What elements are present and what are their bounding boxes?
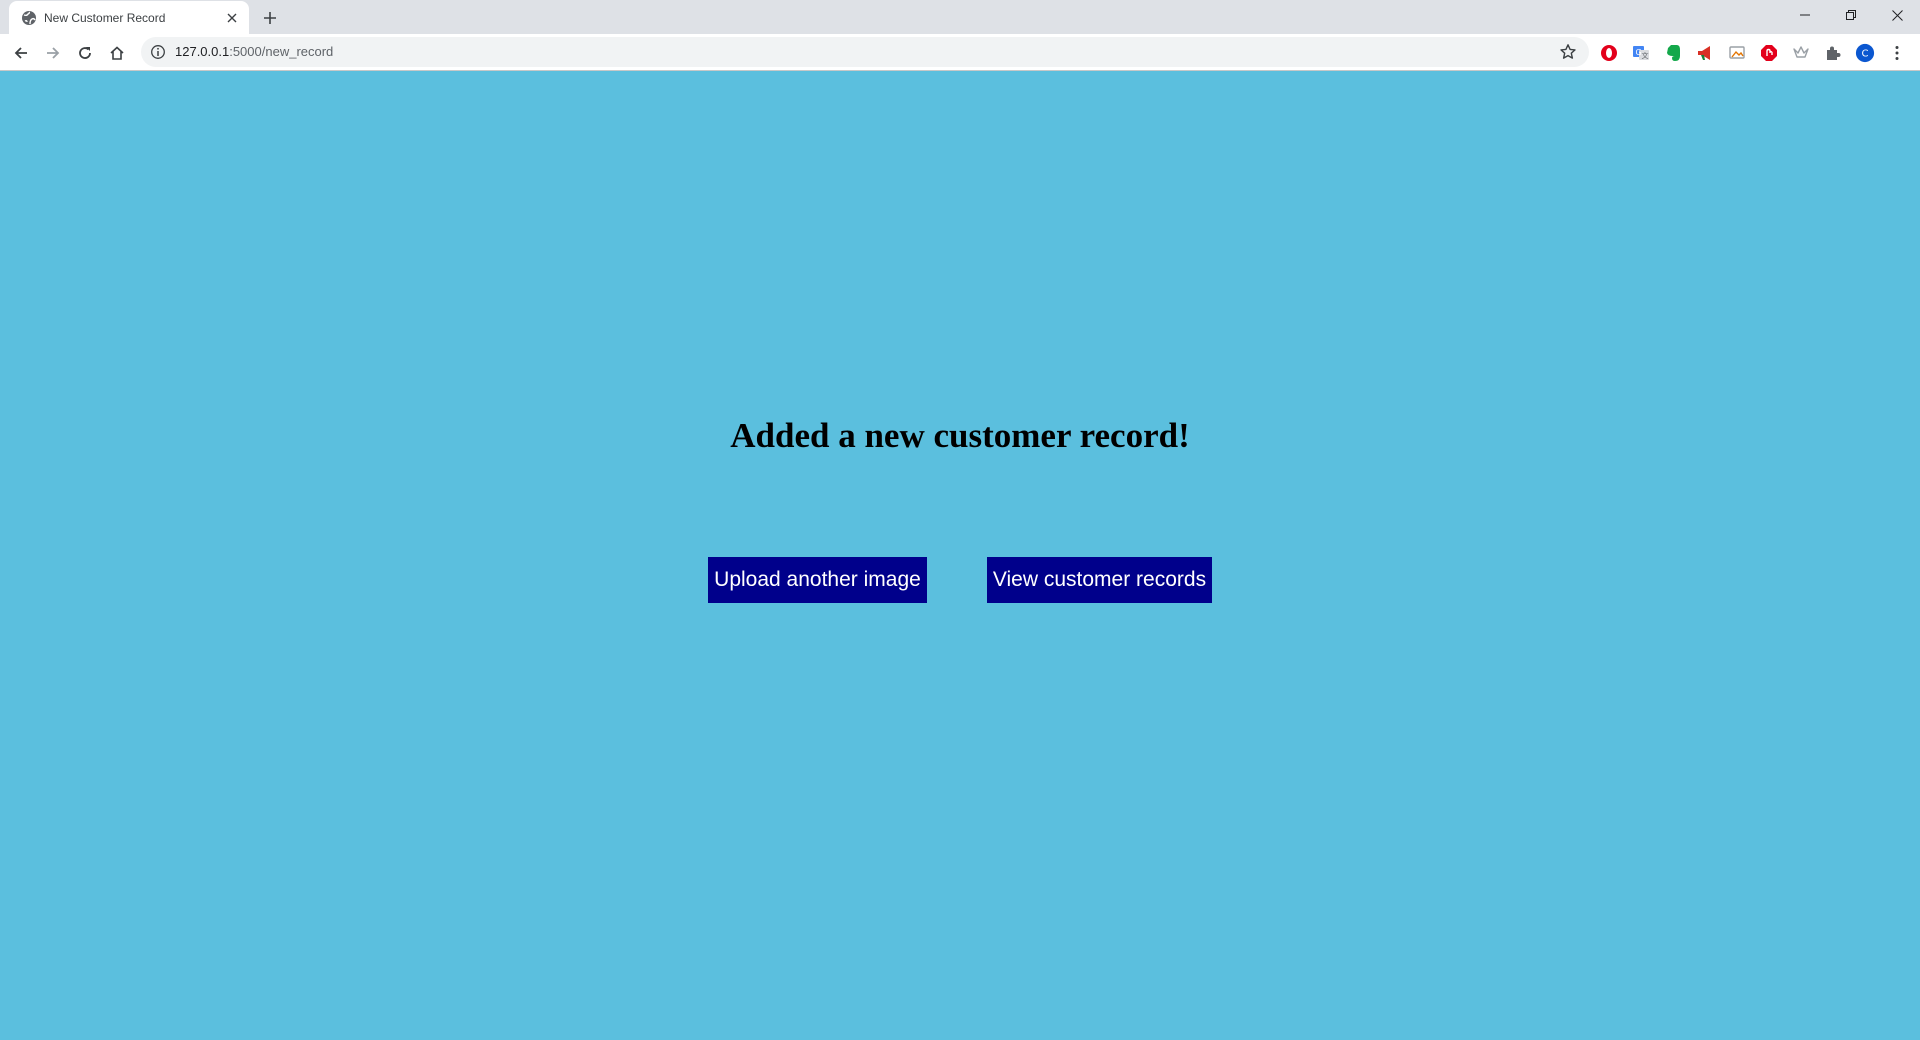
tab-strip: New Customer Record [0,0,1920,34]
view-customer-records-button[interactable]: View customer records [987,557,1212,603]
address-bar[interactable]: 127.0.0.1:5000/new_record [141,37,1589,67]
window-close-icon[interactable] [1874,0,1920,30]
close-icon[interactable] [223,9,241,27]
megaphone-icon[interactable] [1695,43,1715,63]
url-path: :5000/new_record [229,44,334,59]
evernote-icon[interactable] [1663,43,1683,63]
avatar[interactable]: C [1855,43,1875,63]
restore-icon[interactable] [1828,0,1874,30]
browser-toolbar: 127.0.0.1:5000/new_record G文 C [0,34,1920,71]
adblock-icon[interactable] [1759,43,1779,63]
star-icon[interactable] [1559,43,1577,61]
url-text[interactable]: 127.0.0.1:5000/new_record [175,44,333,60]
puzzle-icon[interactable] [1823,43,1843,63]
forward-arrow-icon[interactable] [39,39,67,67]
info-icon[interactable] [150,44,166,60]
page-heading: Added a new customer record! [730,416,1190,455]
reload-icon[interactable] [71,39,99,67]
minimize-icon[interactable] [1782,0,1828,30]
upload-another-image-button[interactable]: Upload another image [708,557,927,603]
back-arrow-icon[interactable] [7,39,35,67]
avatar-initial: C [1862,49,1869,60]
tab-title: New Customer Record [44,11,166,25]
globe-icon [21,10,37,26]
page-content: Added a new customer record! Upload anot… [0,71,1920,1040]
translate-icon[interactable]: G文 [1631,43,1651,63]
kebab-menu-icon[interactable] [1887,43,1907,63]
cast-icon[interactable] [1727,43,1747,63]
svg-text:文: 文 [1642,51,1649,60]
opera-icon[interactable] [1599,43,1619,63]
crown-icon[interactable] [1791,43,1811,63]
url-host: 127.0.0.1 [175,44,230,59]
plus-icon[interactable] [258,6,282,30]
home-icon[interactable] [103,39,131,67]
browser-tab[interactable]: New Customer Record [9,1,249,34]
